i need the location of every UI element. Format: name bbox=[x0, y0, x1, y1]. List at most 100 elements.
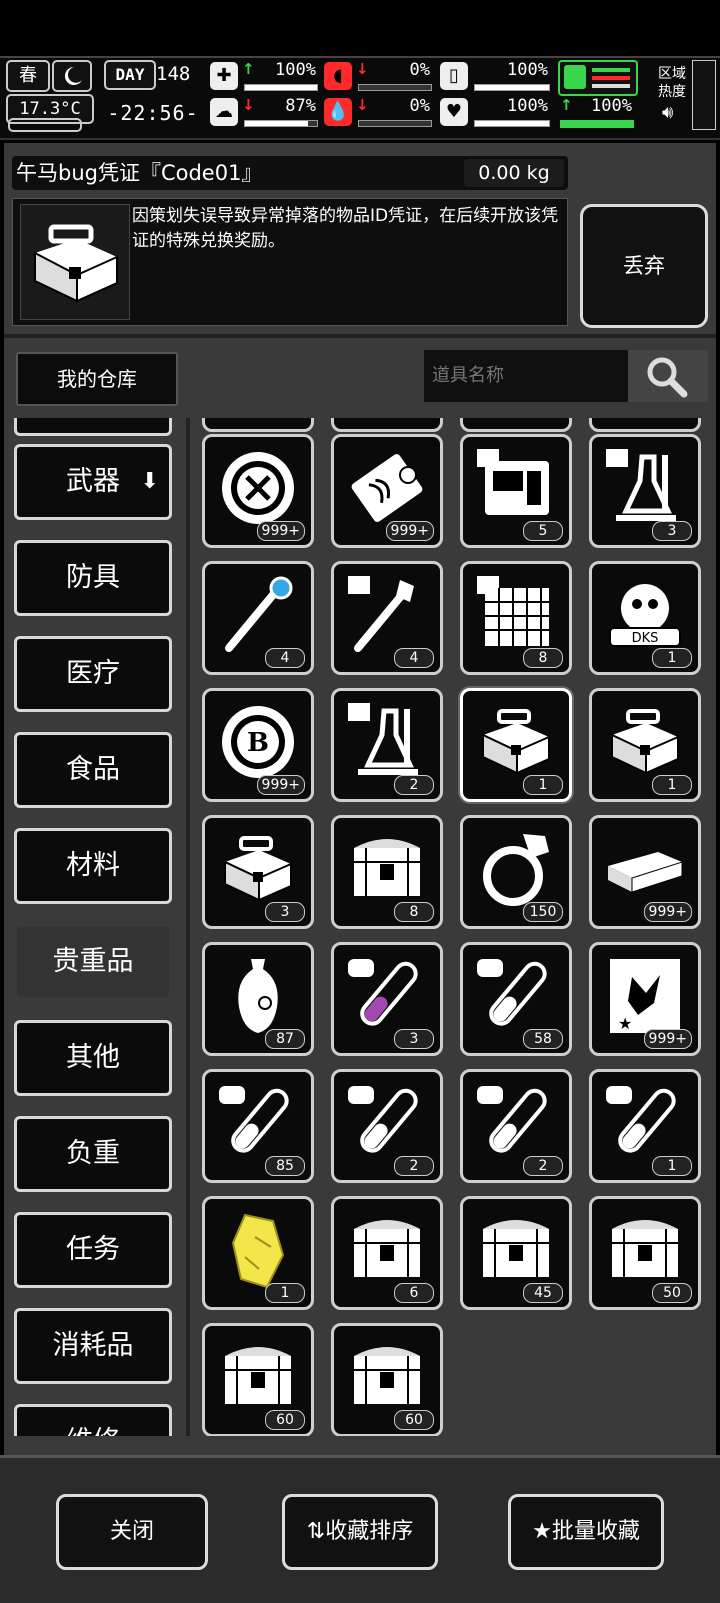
arrow-down-icon: ⬇ bbox=[140, 469, 159, 494]
inventory-slot[interactable]: 45 bbox=[460, 1196, 572, 1310]
inventory-slot[interactable]: 4 bbox=[202, 561, 314, 675]
medkit-icon: ✚ bbox=[210, 62, 238, 90]
water-bottle-icon: ▯ bbox=[440, 62, 468, 90]
search-input[interactable] bbox=[424, 350, 628, 402]
day-label: DAY bbox=[104, 60, 156, 90]
item-count-badge: 3 bbox=[265, 902, 305, 922]
search-icon bbox=[647, 357, 688, 398]
inventory-slot[interactable]: 4 bbox=[331, 561, 443, 675]
heat-label: 热度 bbox=[658, 84, 686, 100]
item-count-badge: 60 bbox=[394, 1410, 434, 1430]
energy-bar bbox=[560, 120, 634, 128]
inventory-slot[interactable]: 2 bbox=[460, 1069, 572, 1183]
treasure-chest-v-icon bbox=[354, 839, 420, 896]
close-button[interactable]: 关闭 bbox=[56, 1494, 208, 1570]
heart-icon: ♥ bbox=[440, 98, 468, 126]
inventory-slot[interactable]: 1 bbox=[589, 688, 701, 802]
inventory-slot[interactable]: DKS 1 bbox=[589, 561, 701, 675]
svg-text:★: ★ bbox=[618, 1014, 632, 1033]
heart-bar bbox=[474, 120, 550, 127]
water-bar bbox=[474, 84, 550, 91]
inventory-slot[interactable]: 6 bbox=[331, 1196, 443, 1310]
item-count-badge: 999+ bbox=[643, 902, 692, 922]
item-count-badge: 3 bbox=[394, 1029, 434, 1049]
category-food[interactable]: 食品 bbox=[14, 732, 172, 808]
item-count-badge: 999+ bbox=[256, 521, 305, 541]
blood-bar bbox=[358, 120, 432, 127]
inventory-slot[interactable]: 5 bbox=[460, 434, 572, 548]
item-count-badge: 1 bbox=[652, 1156, 692, 1176]
health-value: 100% bbox=[275, 60, 316, 80]
inventory-slot[interactable]: 999+ bbox=[589, 815, 701, 929]
inventory-slot[interactable]: 3 bbox=[589, 434, 701, 548]
inventory-slot[interactable]: 1 bbox=[460, 688, 572, 802]
discard-button[interactable]: 丢弃 bbox=[580, 204, 708, 328]
inventory-slot[interactable]: 150 bbox=[460, 815, 572, 929]
svg-text:B: B bbox=[247, 728, 269, 758]
category-medical[interactable]: 医疗 bbox=[14, 636, 172, 712]
equipment-console-iv-icon bbox=[477, 449, 549, 515]
sort-favorites-button[interactable]: ⇅收藏排序 bbox=[282, 1494, 438, 1570]
category-repair[interactable]: 维修 bbox=[14, 1404, 172, 1436]
inventory-slot[interactable]: 58 bbox=[460, 942, 572, 1056]
stomach-bar bbox=[358, 84, 432, 91]
inventory-slot[interactable]: ★ 999+ bbox=[589, 942, 701, 1056]
category-quest[interactable]: 任务 bbox=[14, 1212, 172, 1288]
inventory-slot[interactable]: 60 bbox=[331, 1323, 443, 1436]
category-weapons[interactable]: 武器 ⬇ bbox=[14, 444, 172, 520]
cash-stack-icon bbox=[608, 852, 683, 893]
test-tube-i-icon bbox=[606, 1086, 676, 1153]
inventory-slot[interactable]: 8 bbox=[460, 561, 572, 675]
region-label: 区域 bbox=[658, 66, 686, 82]
inventory-slot[interactable]: 50 bbox=[589, 1196, 701, 1310]
item-count-badge: 150 bbox=[523, 902, 563, 922]
star-icon: ★ bbox=[532, 1519, 552, 1544]
health-bar bbox=[244, 84, 318, 91]
category-materials[interactable]: 材料 bbox=[14, 828, 172, 904]
inventory-slot[interactable]: 87 bbox=[202, 942, 314, 1056]
boot-icon bbox=[564, 65, 586, 89]
category-load[interactable]: 负重 bbox=[14, 1116, 172, 1192]
category-sidebar[interactable]: 武器 ⬇ 防具 医疗 食品 材料 贵重品 其他 负重 任务 消耗品 维修 bbox=[6, 418, 188, 1436]
item-count-badge: 3 bbox=[652, 521, 692, 541]
blood-value: 0% bbox=[409, 96, 430, 116]
category-consumables[interactable]: 消耗品 bbox=[14, 1308, 172, 1384]
inventory-slot[interactable]: B 999+ bbox=[202, 688, 314, 802]
inventory-slot[interactable]: 2 bbox=[331, 1069, 443, 1183]
inventory-slot[interactable]: 60 bbox=[202, 1323, 314, 1436]
inventory-slot[interactable]: 3 bbox=[202, 815, 314, 929]
inventory-slot[interactable]: 1 bbox=[589, 1069, 701, 1183]
test-tube-alpha-icon bbox=[348, 959, 418, 1026]
inventory-slot[interactable]: 1 bbox=[202, 1196, 314, 1310]
inventory-slot[interactable]: 2 bbox=[331, 688, 443, 802]
category-valuables[interactable]: 贵重品 bbox=[14, 924, 172, 1000]
item-description: 因策划失误导致异常掉落的物品ID凭证，在后续开放该凭证的特殊兑换奖励。 bbox=[132, 206, 559, 251]
gold-ore-icon bbox=[231, 1213, 285, 1289]
grid-cell-partial bbox=[331, 418, 443, 432]
item-count-badge: 87 bbox=[265, 1029, 305, 1049]
inventory-slot[interactable]: 999+ bbox=[331, 434, 443, 548]
my-warehouse-tab[interactable]: 我的仓库 bbox=[16, 352, 178, 406]
speaker-icon[interactable]: 🔊︎ bbox=[662, 102, 673, 123]
inventory-slot[interactable]: 85 bbox=[202, 1069, 314, 1183]
stomach-value: 0% bbox=[409, 60, 430, 80]
crystal-wand-iv-icon bbox=[348, 576, 414, 652]
batch-favorite-button[interactable]: ★批量收藏 bbox=[508, 1494, 664, 1570]
treasure-chest-iv-icon bbox=[483, 1220, 549, 1277]
sort-favorites-label: 收藏排序 bbox=[325, 1519, 414, 1544]
b-coin-icon: B bbox=[222, 706, 294, 778]
inventory-slot[interactable]: 8 bbox=[331, 815, 443, 929]
category-other[interactable]: 其他 bbox=[14, 1020, 172, 1096]
category-armor[interactable]: 防具 bbox=[14, 540, 172, 616]
toolbox-icon bbox=[224, 836, 292, 902]
stomach-icon: ◖ bbox=[324, 62, 352, 90]
sidebar-scrollbar[interactable] bbox=[186, 418, 190, 1436]
item-grid[interactable]: 999+ 999+ 5 3 4 4 8 DKS 1 B 999+ 2 1 1 3 8 150 999+ 87 3 58 ★… bbox=[194, 418, 714, 1436]
inventory-slot[interactable]: 3 bbox=[331, 942, 443, 1056]
search-button[interactable] bbox=[628, 350, 708, 402]
item-count-badge: 1 bbox=[523, 775, 563, 795]
season-badge: 春 bbox=[6, 60, 50, 92]
clock-time: -22:56- bbox=[107, 101, 199, 125]
thermometer-icon bbox=[8, 118, 82, 132]
inventory-slot[interactable]: 999+ bbox=[202, 434, 314, 548]
